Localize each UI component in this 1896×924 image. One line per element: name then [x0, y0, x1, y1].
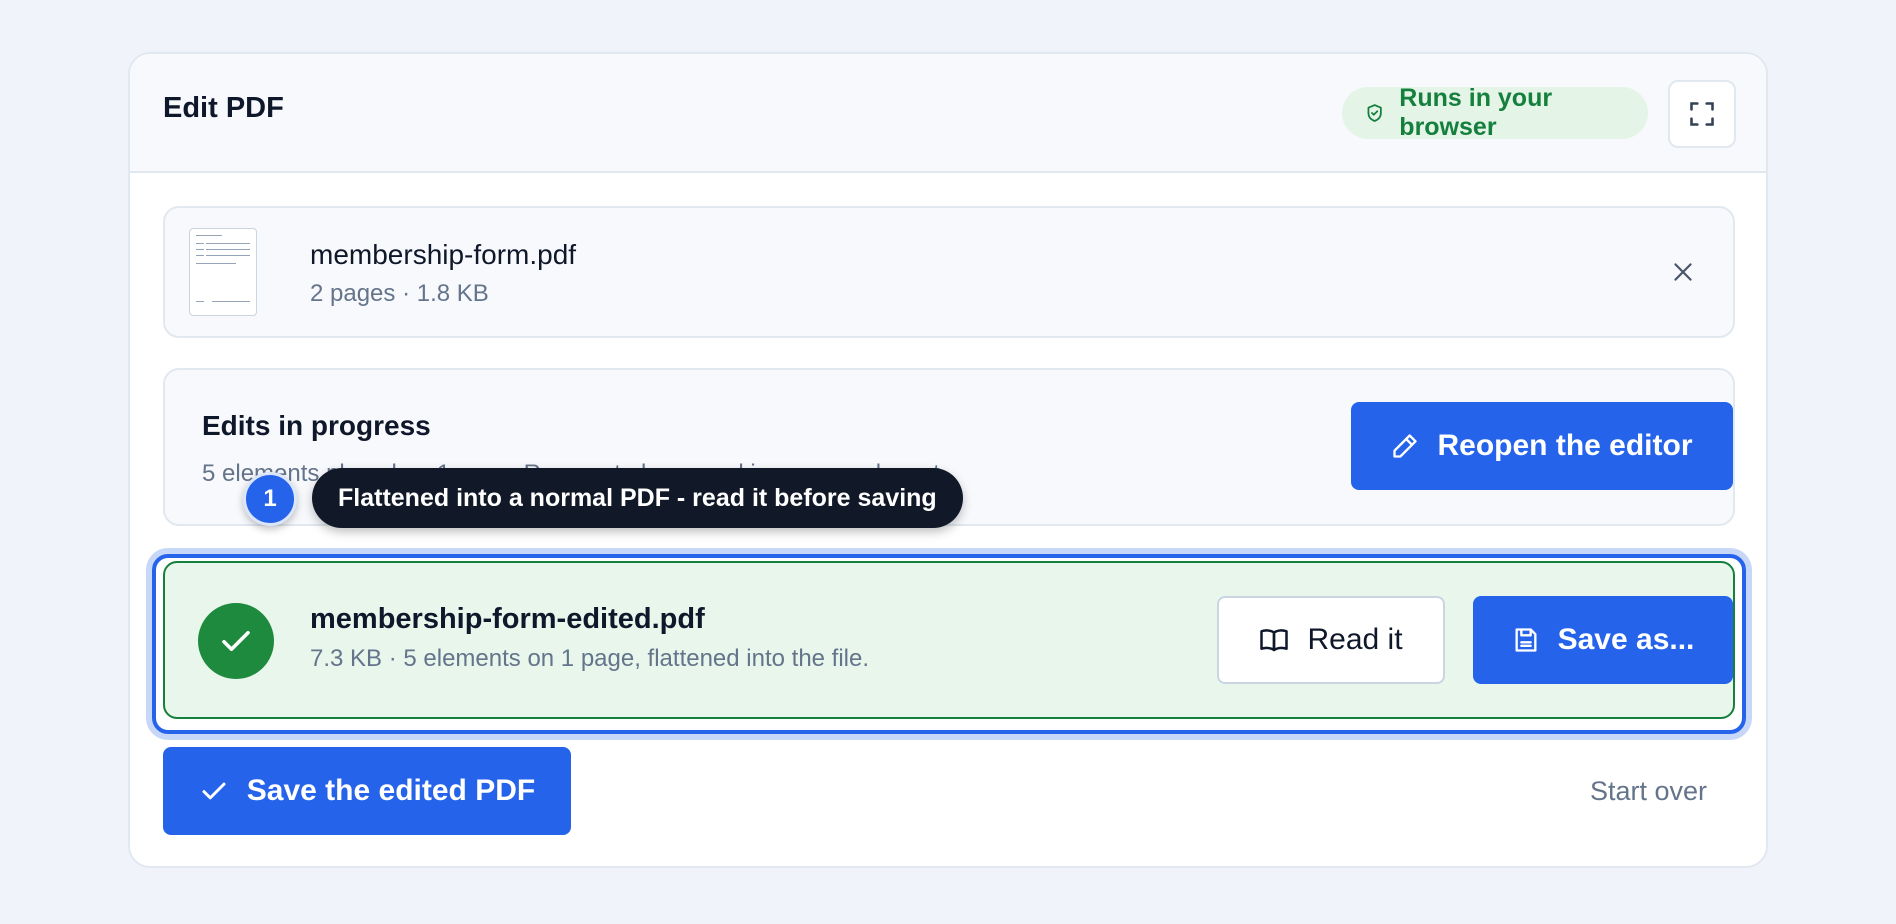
step-number-badge: 1: [243, 472, 297, 526]
badge-label: Runs in your browser: [1399, 84, 1553, 141]
result-file-name: membership-form-edited.pdf: [310, 603, 705, 635]
page-title: Edit PDF: [163, 92, 284, 124]
edit-pdf-card: Edit PDF Runs in your browser membership…: [128, 52, 1768, 868]
save-edited-pdf-label: Save the edited PDF: [246, 774, 536, 807]
close-icon: [1674, 263, 1692, 281]
save-as-label: Save as...: [1557, 623, 1695, 656]
save-as-button[interactable]: Save as...: [1473, 596, 1733, 684]
read-it-label: Read it: [1307, 623, 1403, 656]
checkmark-icon: [222, 630, 250, 652]
remove-file-button[interactable]: [1665, 254, 1701, 290]
result-file-meta: 7.3 KB · 5 elements on 1 page, flattened…: [310, 645, 870, 672]
fullscreen-button[interactable]: [1668, 80, 1736, 148]
reopen-editor-label: Reopen the editor: [1437, 429, 1693, 462]
card-header: Edit PDF Runs in your browser: [130, 54, 1766, 173]
shield-check-icon: [1367, 104, 1382, 122]
pdf-thumbnail: [189, 228, 257, 316]
save-file-icon: [1515, 628, 1537, 652]
edits-title: Edits in progress: [202, 410, 431, 441]
save-edited-pdf-button[interactable]: Save the edited PDF: [163, 747, 571, 835]
checkmark-icon: [202, 782, 226, 800]
pencil-icon: [1393, 434, 1418, 458]
read-it-button[interactable]: Read it: [1217, 596, 1445, 684]
source-file-name: membership-form.pdf: [310, 239, 577, 270]
start-over-link[interactable]: Start over: [1590, 776, 1707, 807]
fullscreen-icon: [1690, 102, 1714, 126]
reopen-editor-button[interactable]: Reopen the editor: [1351, 402, 1733, 490]
source-file-row: membership-form.pdf 2 pages · 1.8 KB: [163, 206, 1735, 338]
result-file-panel: membership-form-edited.pdf 7.3 KB · 5 el…: [163, 561, 1735, 719]
runs-in-browser-badge: Runs in your browser: [1342, 84, 1648, 141]
book-open-icon: [1260, 629, 1289, 652]
guide-tooltip: Flattened into a normal PDF - read it be…: [312, 468, 963, 528]
source-file-meta: 2 pages · 1.8 KB: [310, 280, 489, 307]
success-check-badge: [198, 603, 274, 679]
